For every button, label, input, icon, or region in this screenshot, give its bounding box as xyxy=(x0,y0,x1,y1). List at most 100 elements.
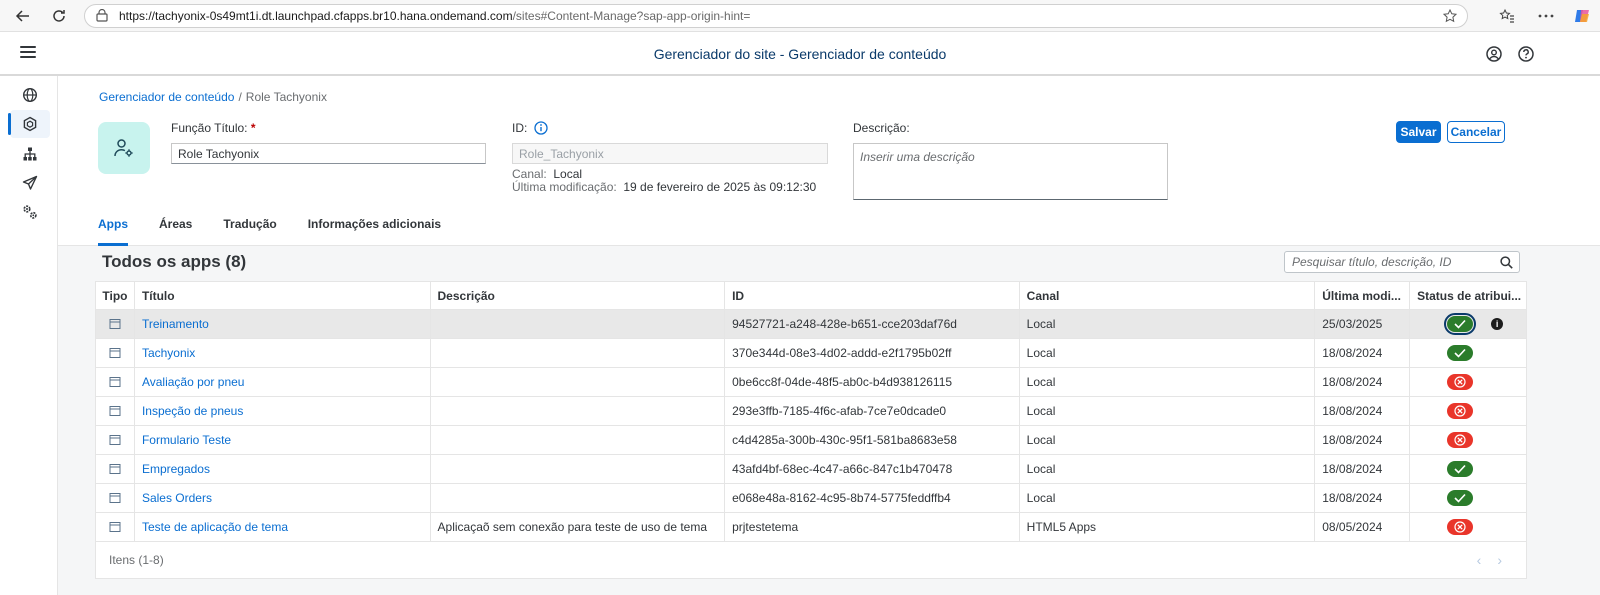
app-canal: Local xyxy=(1020,426,1316,454)
browser-toolbar: https://tachyonix-0s49mt1i.dt.launchpad.… xyxy=(0,0,1600,32)
app-type-icon xyxy=(96,339,135,367)
app-id: 370e344d-08e3-4d02-addd-e2f1795b02ff xyxy=(725,339,1020,367)
favorite-star-icon[interactable] xyxy=(1443,9,1457,23)
site-info-icon[interactable] xyxy=(95,9,109,23)
app-description xyxy=(431,368,726,396)
app-modified-date: 18/08/2024 xyxy=(1315,455,1411,483)
shell-title: Gerenciador do site - Gerenciador de con… xyxy=(653,46,947,62)
app-type-icon xyxy=(96,368,135,396)
cancel-button[interactable]: Cancelar xyxy=(1447,121,1505,143)
unassigned-toggle-icon[interactable] xyxy=(1447,374,1474,390)
table-row[interactable]: Teste de aplicação de tema Aplicaçaõ sem … xyxy=(96,513,1526,542)
app-canal: Local xyxy=(1020,368,1316,396)
app-canal: HTML5 Apps xyxy=(1020,513,1316,541)
table-row[interactable]: Avaliação por pneu 0be6cc8f-04de-48f5-ab0… xyxy=(96,368,1526,397)
app-title-link[interactable]: Formulario Teste xyxy=(142,433,231,447)
next-page-icon[interactable]: › xyxy=(1497,552,1502,568)
app-title-link[interactable]: Inspeção de pneus xyxy=(142,404,243,418)
app-description xyxy=(431,339,726,367)
help-icon[interactable] xyxy=(1517,45,1535,63)
app-description xyxy=(431,455,726,483)
app-title-link[interactable]: Teste de aplicação de tema xyxy=(142,520,288,534)
address-bar[interactable]: https://tachyonix-0s49mt1i.dt.launchpad.… xyxy=(84,4,1468,28)
user-profile-icon[interactable] xyxy=(1485,45,1503,63)
tab-apps[interactable]: Apps xyxy=(98,214,128,246)
role-title-input[interactable]: Role Tachyonix xyxy=(171,143,486,164)
breadcrumb-parent-link[interactable]: Gerenciador de conteúdo xyxy=(99,90,234,104)
col-header-status[interactable]: Status de atribui... xyxy=(1410,282,1526,309)
app-title-link[interactable]: Empregados xyxy=(142,462,210,476)
table-footer: Itens (1-8) ‹ › xyxy=(96,542,1526,578)
search-placeholder: Pesquisar título, descrição, ID xyxy=(1292,255,1452,269)
breadcrumb-separator: / xyxy=(238,90,242,104)
nav-content-manager-icon[interactable] xyxy=(8,110,50,138)
nav-sites-globe-icon[interactable] xyxy=(10,81,50,109)
app-id: 293e3ffb-7185-4f6c-afab-7ce7e0dcade0 xyxy=(725,397,1020,425)
app-modified-date: 18/08/2024 xyxy=(1315,339,1411,367)
tab-areas[interactable]: Áreas xyxy=(159,214,192,246)
app-modified-date: 08/05/2024 xyxy=(1315,513,1411,541)
app-title-link[interactable]: Treinamento xyxy=(142,317,209,331)
canal-info: Canal: Local xyxy=(512,167,583,181)
col-header-descricao[interactable]: Descrição xyxy=(431,282,726,309)
tab-informacoes-adicionais[interactable]: Informações adicionais xyxy=(308,214,441,246)
col-header-modificacao[interactable]: Última modi... xyxy=(1315,282,1411,309)
col-header-tipo[interactable]: Tipo xyxy=(96,282,135,309)
tab-bar: Apps Áreas Tradução Informações adiciona… xyxy=(98,214,472,246)
prev-page-icon[interactable]: ‹ xyxy=(1477,552,1482,568)
main-content: Gerenciador de conteúdo / Role Tachyonix F… xyxy=(58,76,1600,595)
favorites-icon[interactable] xyxy=(1496,5,1518,27)
app-type-icon xyxy=(96,513,135,541)
unassigned-toggle-icon[interactable] xyxy=(1447,432,1474,448)
app-canal: Local xyxy=(1020,310,1316,338)
unassigned-toggle-icon[interactable] xyxy=(1447,403,1474,419)
copilot-icon[interactable] xyxy=(1571,5,1593,27)
app-title-link[interactable]: Tachyonix xyxy=(142,346,195,360)
app-id: 0be6cc8f-04de-48f5-ab0c-b4d938126115 xyxy=(725,368,1020,396)
tab-traducao[interactable]: Tradução xyxy=(223,214,276,246)
assigned-toggle-icon[interactable] xyxy=(1447,345,1474,361)
table-row[interactable]: Formulario Teste c4d4285a-300b-430c-95f1-… xyxy=(96,426,1526,455)
shell-header: Gerenciador do site - Gerenciador de con… xyxy=(0,32,1600,76)
description-label: Descrição: xyxy=(853,121,910,135)
role-avatar xyxy=(98,122,150,174)
table-row[interactable]: Sales Orders e068e48a-8162-4c95-8b74-5775… xyxy=(96,484,1526,513)
unassigned-toggle-icon[interactable] xyxy=(1447,519,1474,535)
table-row[interactable]: Treinamento 94527721-a248-428e-b651-cce20… xyxy=(96,310,1526,339)
more-icon[interactable] xyxy=(1535,5,1557,27)
assigned-toggle-icon[interactable] xyxy=(1447,490,1474,506)
app-title-link[interactable]: Avaliação por pneu xyxy=(142,375,245,389)
table-row[interactable]: Tachyonix 370e344d-08e3-4d02-addd-e2f1795… xyxy=(96,339,1526,368)
app-type-icon xyxy=(96,484,135,512)
app-description xyxy=(431,397,726,425)
col-header-id[interactable]: ID xyxy=(725,282,1020,309)
id-info-icon[interactable] xyxy=(534,121,548,135)
save-button[interactable]: Salvar xyxy=(1396,121,1441,143)
app-canal: Local xyxy=(1020,339,1316,367)
back-icon[interactable] xyxy=(12,5,34,27)
reload-icon[interactable] xyxy=(48,5,70,27)
apps-search-input[interactable]: Pesquisar título, descrição, ID xyxy=(1284,251,1520,273)
role-id-input: Role_Tachyonix xyxy=(512,143,828,164)
nav-send-icon[interactable] xyxy=(10,169,50,197)
info-icon[interactable]: i xyxy=(1491,318,1504,330)
assigned-toggle-icon[interactable] xyxy=(1444,313,1477,335)
assigned-toggle-icon[interactable] xyxy=(1447,461,1474,477)
app-id: 94527721-a248-428e-b651-cce203daf76d xyxy=(725,310,1020,338)
nav-settings-icon[interactable] xyxy=(10,198,50,226)
title-label: Função Título: * xyxy=(171,121,256,135)
app-type-icon xyxy=(96,310,135,338)
col-header-titulo[interactable]: Título xyxy=(135,282,431,309)
nav-hierarchy-icon[interactable] xyxy=(10,140,50,168)
url-host: https://tachyonix-0s49mt1i.dt.launchpad.… xyxy=(119,9,513,23)
col-header-canal[interactable]: Canal xyxy=(1020,282,1316,309)
app-title-link[interactable]: Sales Orders xyxy=(142,491,212,505)
table-header-row: Tipo Título Descrição ID Canal Última mo… xyxy=(96,282,1526,310)
required-indicator: * xyxy=(250,121,256,135)
description-textarea[interactable]: Inserir uma descrição xyxy=(853,143,1168,200)
table-row[interactable]: Inspeção de pneus 293e3ffb-7185-4f6c-afab… xyxy=(96,397,1526,426)
modified-info: Última modificação: 19 de fevereiro de 2… xyxy=(512,180,817,194)
app-type-icon xyxy=(96,397,135,425)
table-row[interactable]: Empregados 43afd4bf-68ec-4c47-a66c-847c1b… xyxy=(96,455,1526,484)
search-icon[interactable] xyxy=(1500,256,1513,272)
